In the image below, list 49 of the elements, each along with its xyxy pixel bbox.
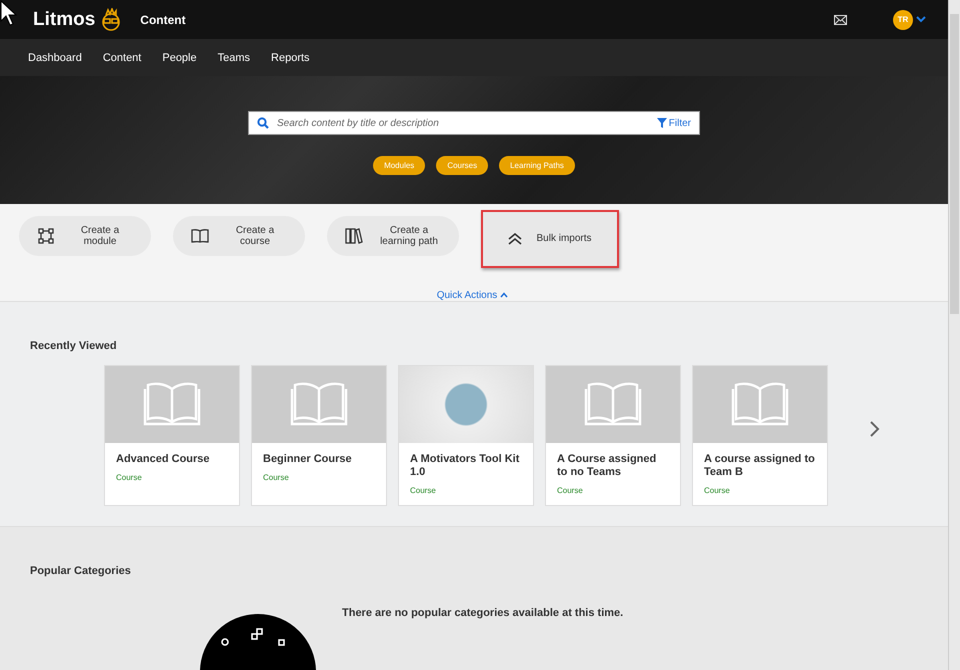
course-card[interactable]: A course assigned to Team B Course [692,364,828,506]
nav-link[interactable]: People [162,52,197,64]
quick-action-button[interactable]: Create a module [19,216,151,256]
card-title: A course assigned to Team B [704,452,816,479]
nav-link[interactable]: Content [102,52,142,64]
course-card[interactable]: A Motivators Tool Kit 1.0 Course [398,364,534,506]
nav-link[interactable]: Dashboard [28,52,82,64]
card-title: A Motivators Tool Kit 1.0 [410,452,520,479]
open-book-icon [143,381,201,428]
search-field[interactable]: Search content by title or description Filter [248,111,700,136]
section-heading: Popular Categories [30,565,132,578]
scrollbar[interactable] [948,0,960,670]
course-card[interactable]: Advanced Course Course [104,364,240,506]
double-chevron-up-icon [508,232,522,245]
open-book-icon [584,381,642,428]
empty-message: There are no popular categories available at this time. [342,607,624,622]
logo-text[interactable]: Litmos [33,8,96,31]
open-book-icon [290,381,348,428]
section-title: Content [140,12,186,27]
quick-action-button[interactable]: Create a course [173,216,305,256]
card-title: Advanced Course [116,452,211,466]
quick-action-button[interactable]: Create a learning path [327,216,459,256]
book-icon [191,228,209,243]
quick-actions-toggle[interactable]: Quick Actions [436,290,508,301]
funnel-icon [656,118,667,128]
section-heading: Recently Viewed [30,340,118,352]
card-type: Course [263,472,290,482]
search-icon [257,117,269,130]
filter-button[interactable]: Filter [656,118,691,129]
mail-icon[interactable] [834,14,847,25]
card-type: Course [116,472,143,482]
card-title: A Course assigned to no Teams [557,452,658,479]
chevron-right-icon[interactable] [869,420,881,438]
card-type: Course [704,486,731,495]
card-type: Course [410,486,437,495]
chevron-down-icon[interactable] [916,16,926,24]
chevron-up-icon [500,292,508,298]
books-icon [345,228,363,244]
card-title: Beginner Course [263,452,353,466]
mascot-logo-icon [100,8,122,32]
card-type: Course [557,486,584,495]
course-card[interactable]: Beginner Course Course [251,364,387,506]
mouse-cursor-icon [0,0,18,26]
nodes-square-icon [38,228,54,244]
open-book-icon [731,381,789,428]
nav-link[interactable]: Reports [271,52,310,64]
nav-link[interactable]: Teams [218,52,250,64]
course-card[interactable]: A Course assigned to no Teams Course [545,364,681,506]
quick-action-button[interactable]: Bulk imports [481,210,619,268]
